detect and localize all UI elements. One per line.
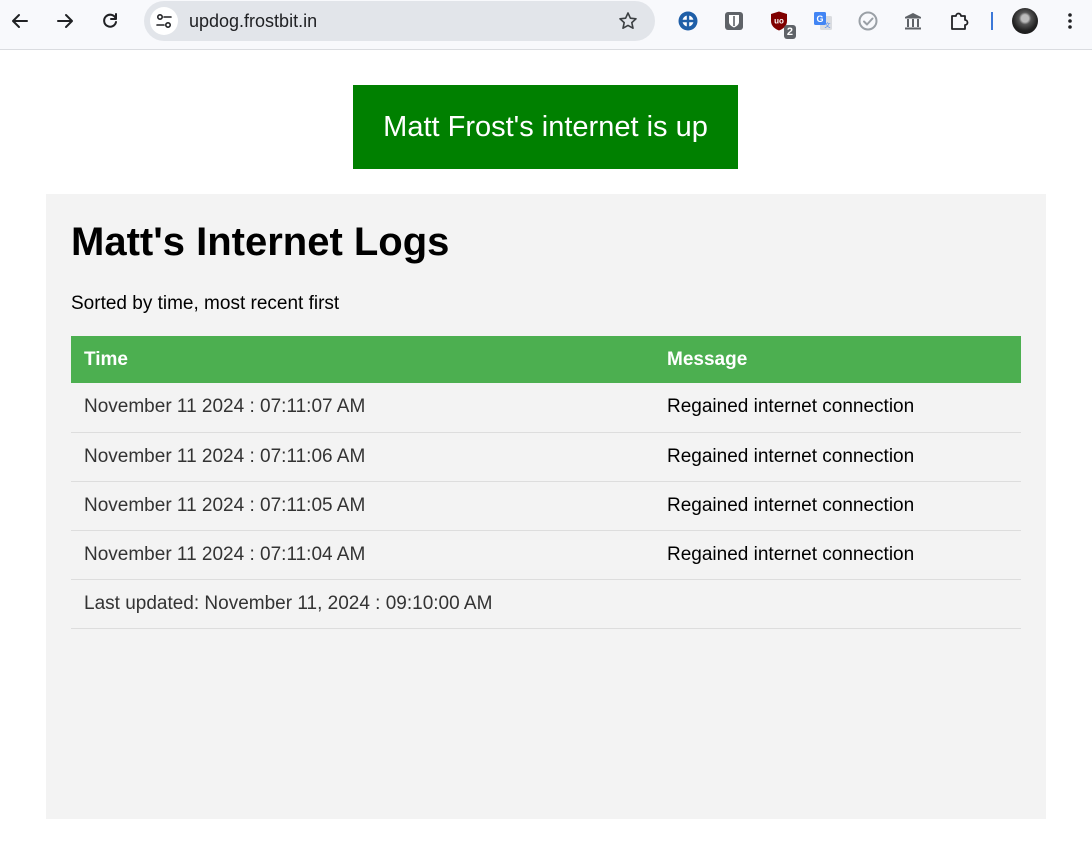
archive-extension[interactable] xyxy=(900,8,926,34)
back-button[interactable] xyxy=(6,7,34,35)
logs-panel: Matt's Internet Logs Sorted by time, mos… xyxy=(46,194,1046,819)
extensions-menu-button[interactable] xyxy=(946,8,972,34)
log-time-cell: November 11 2024 : 07:11:05 AM xyxy=(71,481,654,531)
browser-menu-button[interactable] xyxy=(1056,7,1084,35)
url-text[interactable]: updog.frostbit.in xyxy=(189,11,317,32)
log-message-cell: Regained internet connection xyxy=(654,383,1021,433)
back-arrow-icon xyxy=(12,14,28,28)
svg-text:文: 文 xyxy=(824,22,830,30)
svg-text:G: G xyxy=(816,14,823,24)
logs-title: Matt's Internet Logs xyxy=(71,220,450,264)
bitwarden-extension[interactable] xyxy=(721,8,747,34)
logs-subtitle: Sorted by time, most recent first xyxy=(71,293,340,314)
ublock-extension[interactable]: uo 2 xyxy=(766,8,796,39)
checkmark-icon xyxy=(858,11,878,31)
empty-cell xyxy=(654,579,1021,629)
bookmark-star-button[interactable] xyxy=(614,7,642,35)
star-icon xyxy=(619,12,637,29)
bitwarden-icon xyxy=(725,12,743,30)
internet-status-banner: Matt Frost's internet is up xyxy=(353,85,738,169)
kebab-menu-icon xyxy=(1068,13,1072,29)
tune-icon xyxy=(156,13,172,29)
svg-text:uo: uo xyxy=(774,17,784,26)
archive-icon xyxy=(905,13,921,30)
table-header-row: Time Message xyxy=(71,336,1021,383)
log-time-cell: November 11 2024 : 07:11:07 AM xyxy=(71,383,654,433)
table-row: November 11 2024 : 07:11:06 AM Regained … xyxy=(71,432,1021,482)
log-message-cell: Regained internet connection xyxy=(654,481,1021,531)
dashlane-icon xyxy=(678,11,698,31)
reload-button[interactable] xyxy=(96,7,124,35)
checkmark-extension[interactable] xyxy=(855,8,881,34)
log-message-cell: Regained internet connection xyxy=(654,432,1021,482)
last-updated-text: Last updated: November 11, 2024 : 09:10:… xyxy=(71,579,654,629)
site-info-button[interactable] xyxy=(150,7,178,35)
ublock-badge: 2 xyxy=(783,25,796,39)
google-translate-icon: G 文 xyxy=(814,12,832,30)
log-time-cell: November 11 2024 : 07:11:04 AM xyxy=(71,530,654,580)
table-row: November 11 2024 : 07:11:07 AM Regained … xyxy=(71,383,1021,433)
profile-avatar[interactable] xyxy=(1012,8,1038,34)
table-row: November 11 2024 : 07:11:05 AM Regained … xyxy=(71,481,1021,531)
google-translate-extension[interactable]: G 文 xyxy=(810,8,836,34)
reload-icon xyxy=(103,13,117,28)
column-header-time: Time xyxy=(71,336,654,383)
column-header-message: Message xyxy=(654,336,1021,383)
browser-toolbar: updog.frostbit.in uo 2 G 文 xyxy=(0,0,1092,50)
forward-button[interactable] xyxy=(51,7,79,35)
extensions-puzzle-icon xyxy=(951,12,969,30)
log-message-cell: Regained internet connection xyxy=(654,530,1021,580)
last-updated-row: Last updated: November 11, 2024 : 09:10:… xyxy=(71,579,1021,629)
address-bar[interactable]: updog.frostbit.in xyxy=(144,1,655,41)
toolbar-divider xyxy=(991,12,993,30)
table-row: November 11 2024 : 07:11:04 AM Regained … xyxy=(71,530,1021,580)
forward-arrow-icon xyxy=(57,14,73,28)
dashlane-extension[interactable] xyxy=(675,8,701,34)
log-time-cell: November 11 2024 : 07:11:06 AM xyxy=(71,432,654,482)
log-table: Time Message November 11 2024 : 07:11:07… xyxy=(71,336,1021,629)
